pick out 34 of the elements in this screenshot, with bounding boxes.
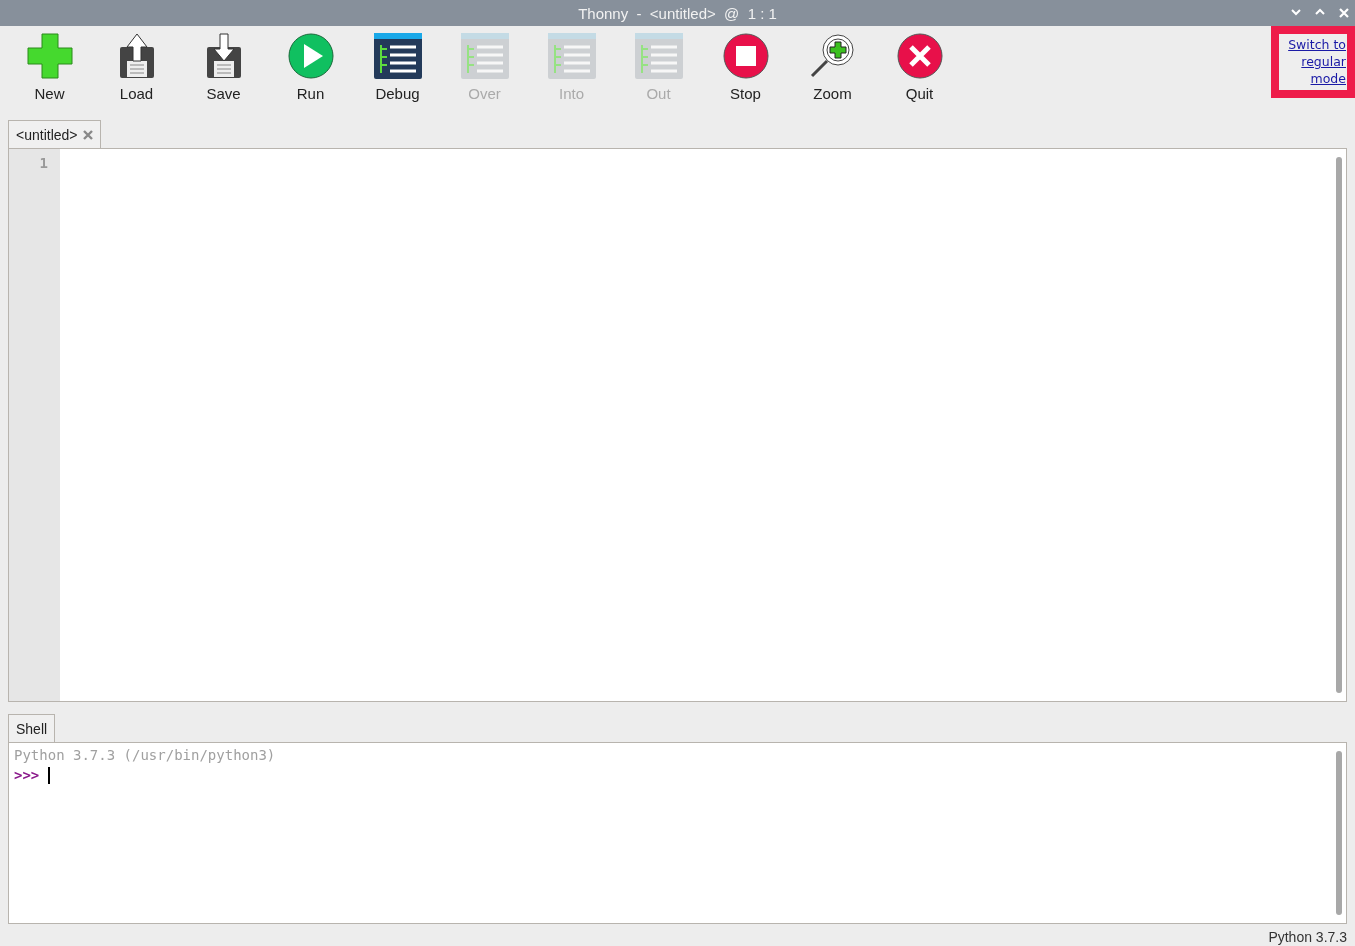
switch-mode-link[interactable]: Switch to regular mode bbox=[1280, 36, 1346, 87]
close-icon[interactable] bbox=[82, 130, 93, 140]
load-button[interactable]: Load bbox=[93, 33, 180, 109]
minimize-icon[interactable] bbox=[1291, 8, 1301, 16]
code-list-icon bbox=[634, 33, 683, 79]
zoom-button[interactable]: Zoom bbox=[789, 33, 876, 109]
debug-button[interactable]: Debug bbox=[354, 33, 441, 109]
interpreter-status[interactable]: Python 3.7.3 bbox=[1268, 929, 1347, 945]
scrollbar[interactable] bbox=[1336, 157, 1342, 693]
interpreter-info-text: Python 3.7.3 (/usr/bin/python3) bbox=[14, 747, 276, 763]
line-number: 1 bbox=[39, 155, 48, 171]
floppy-download-icon bbox=[205, 33, 242, 79]
code-list-icon bbox=[460, 33, 509, 79]
floppy-upload-icon bbox=[118, 33, 155, 79]
code-list-icon bbox=[547, 33, 596, 79]
code-list-icon bbox=[373, 33, 422, 79]
new-button[interactable]: New bbox=[6, 33, 93, 109]
run-button[interactable]: Run bbox=[267, 33, 354, 109]
shell-prompt: >>> bbox=[14, 766, 40, 785]
quit-button[interactable]: Quit bbox=[876, 33, 963, 109]
close-circle-icon bbox=[896, 33, 943, 79]
maximize-icon[interactable] bbox=[1315, 8, 1325, 16]
shell-tab[interactable]: Shell bbox=[8, 714, 56, 742]
stop-icon bbox=[722, 33, 769, 79]
stop-button[interactable]: Stop bbox=[702, 33, 789, 109]
magnifier-icon bbox=[809, 33, 856, 79]
scrollbar[interactable] bbox=[1336, 751, 1342, 915]
window-title: Thonny - <untitled> @ 1 : 1 bbox=[578, 4, 777, 22]
plus-icon bbox=[26, 33, 73, 79]
shell-console[interactable]: Python 3.7.3 (/usr/bin/python3) >>> bbox=[8, 742, 1347, 924]
text-cursor bbox=[48, 766, 51, 784]
editor-tab[interactable]: <untitled> bbox=[8, 120, 101, 148]
save-button[interactable]: Save bbox=[180, 33, 267, 109]
play-icon bbox=[287, 33, 334, 79]
